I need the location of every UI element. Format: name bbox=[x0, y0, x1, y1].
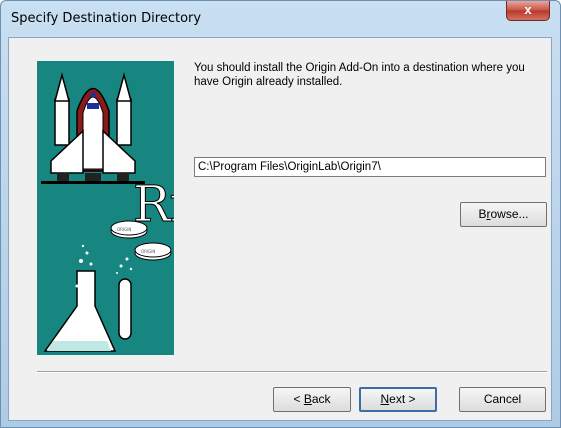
space-shuttle-icon bbox=[41, 72, 145, 184]
close-button[interactable]: x bbox=[506, 1, 550, 21]
next-button[interactable]: Next > bbox=[359, 387, 437, 412]
pill-label: ORIGIN bbox=[141, 249, 155, 254]
pill-label: ORIGIN bbox=[117, 227, 131, 232]
installer-window: Specify Destination Directory x R ORIGIN… bbox=[0, 0, 561, 428]
next-accelerator: N bbox=[380, 392, 390, 406]
close-icon: x bbox=[524, 2, 532, 17]
instruction-text: You should install the Origin Add-On int… bbox=[194, 62, 525, 88]
window-title: Specify Destination Directory bbox=[11, 11, 202, 26]
title-bar[interactable]: Specify Destination Directory x bbox=[1, 1, 560, 37]
flask-icon bbox=[43, 244, 117, 352]
back-label-pre: < bbox=[293, 392, 304, 406]
browse-label-post: owse... bbox=[490, 207, 529, 221]
dialog-separator bbox=[37, 371, 547, 373]
dialog-client-area: Rx ORIGIN ORIGIN bbox=[8, 37, 552, 421]
back-button[interactable]: < Back bbox=[273, 387, 351, 412]
browse-label-pre: B bbox=[478, 207, 487, 221]
cancel-button[interactable]: Cancel bbox=[459, 387, 546, 412]
browse-button[interactable]: Browse... bbox=[460, 202, 547, 227]
destination-path-input[interactable] bbox=[194, 157, 546, 177]
back-label-post: ack bbox=[311, 392, 331, 406]
test-tube-icon bbox=[116, 257, 133, 340]
setup-banner-image: Rx ORIGIN ORIGIN bbox=[37, 61, 174, 355]
back-accelerator: B bbox=[303, 392, 312, 406]
setup-banner-illustration: Rx ORIGIN ORIGIN bbox=[41, 72, 174, 352]
next-label-post: ext > bbox=[389, 392, 416, 406]
